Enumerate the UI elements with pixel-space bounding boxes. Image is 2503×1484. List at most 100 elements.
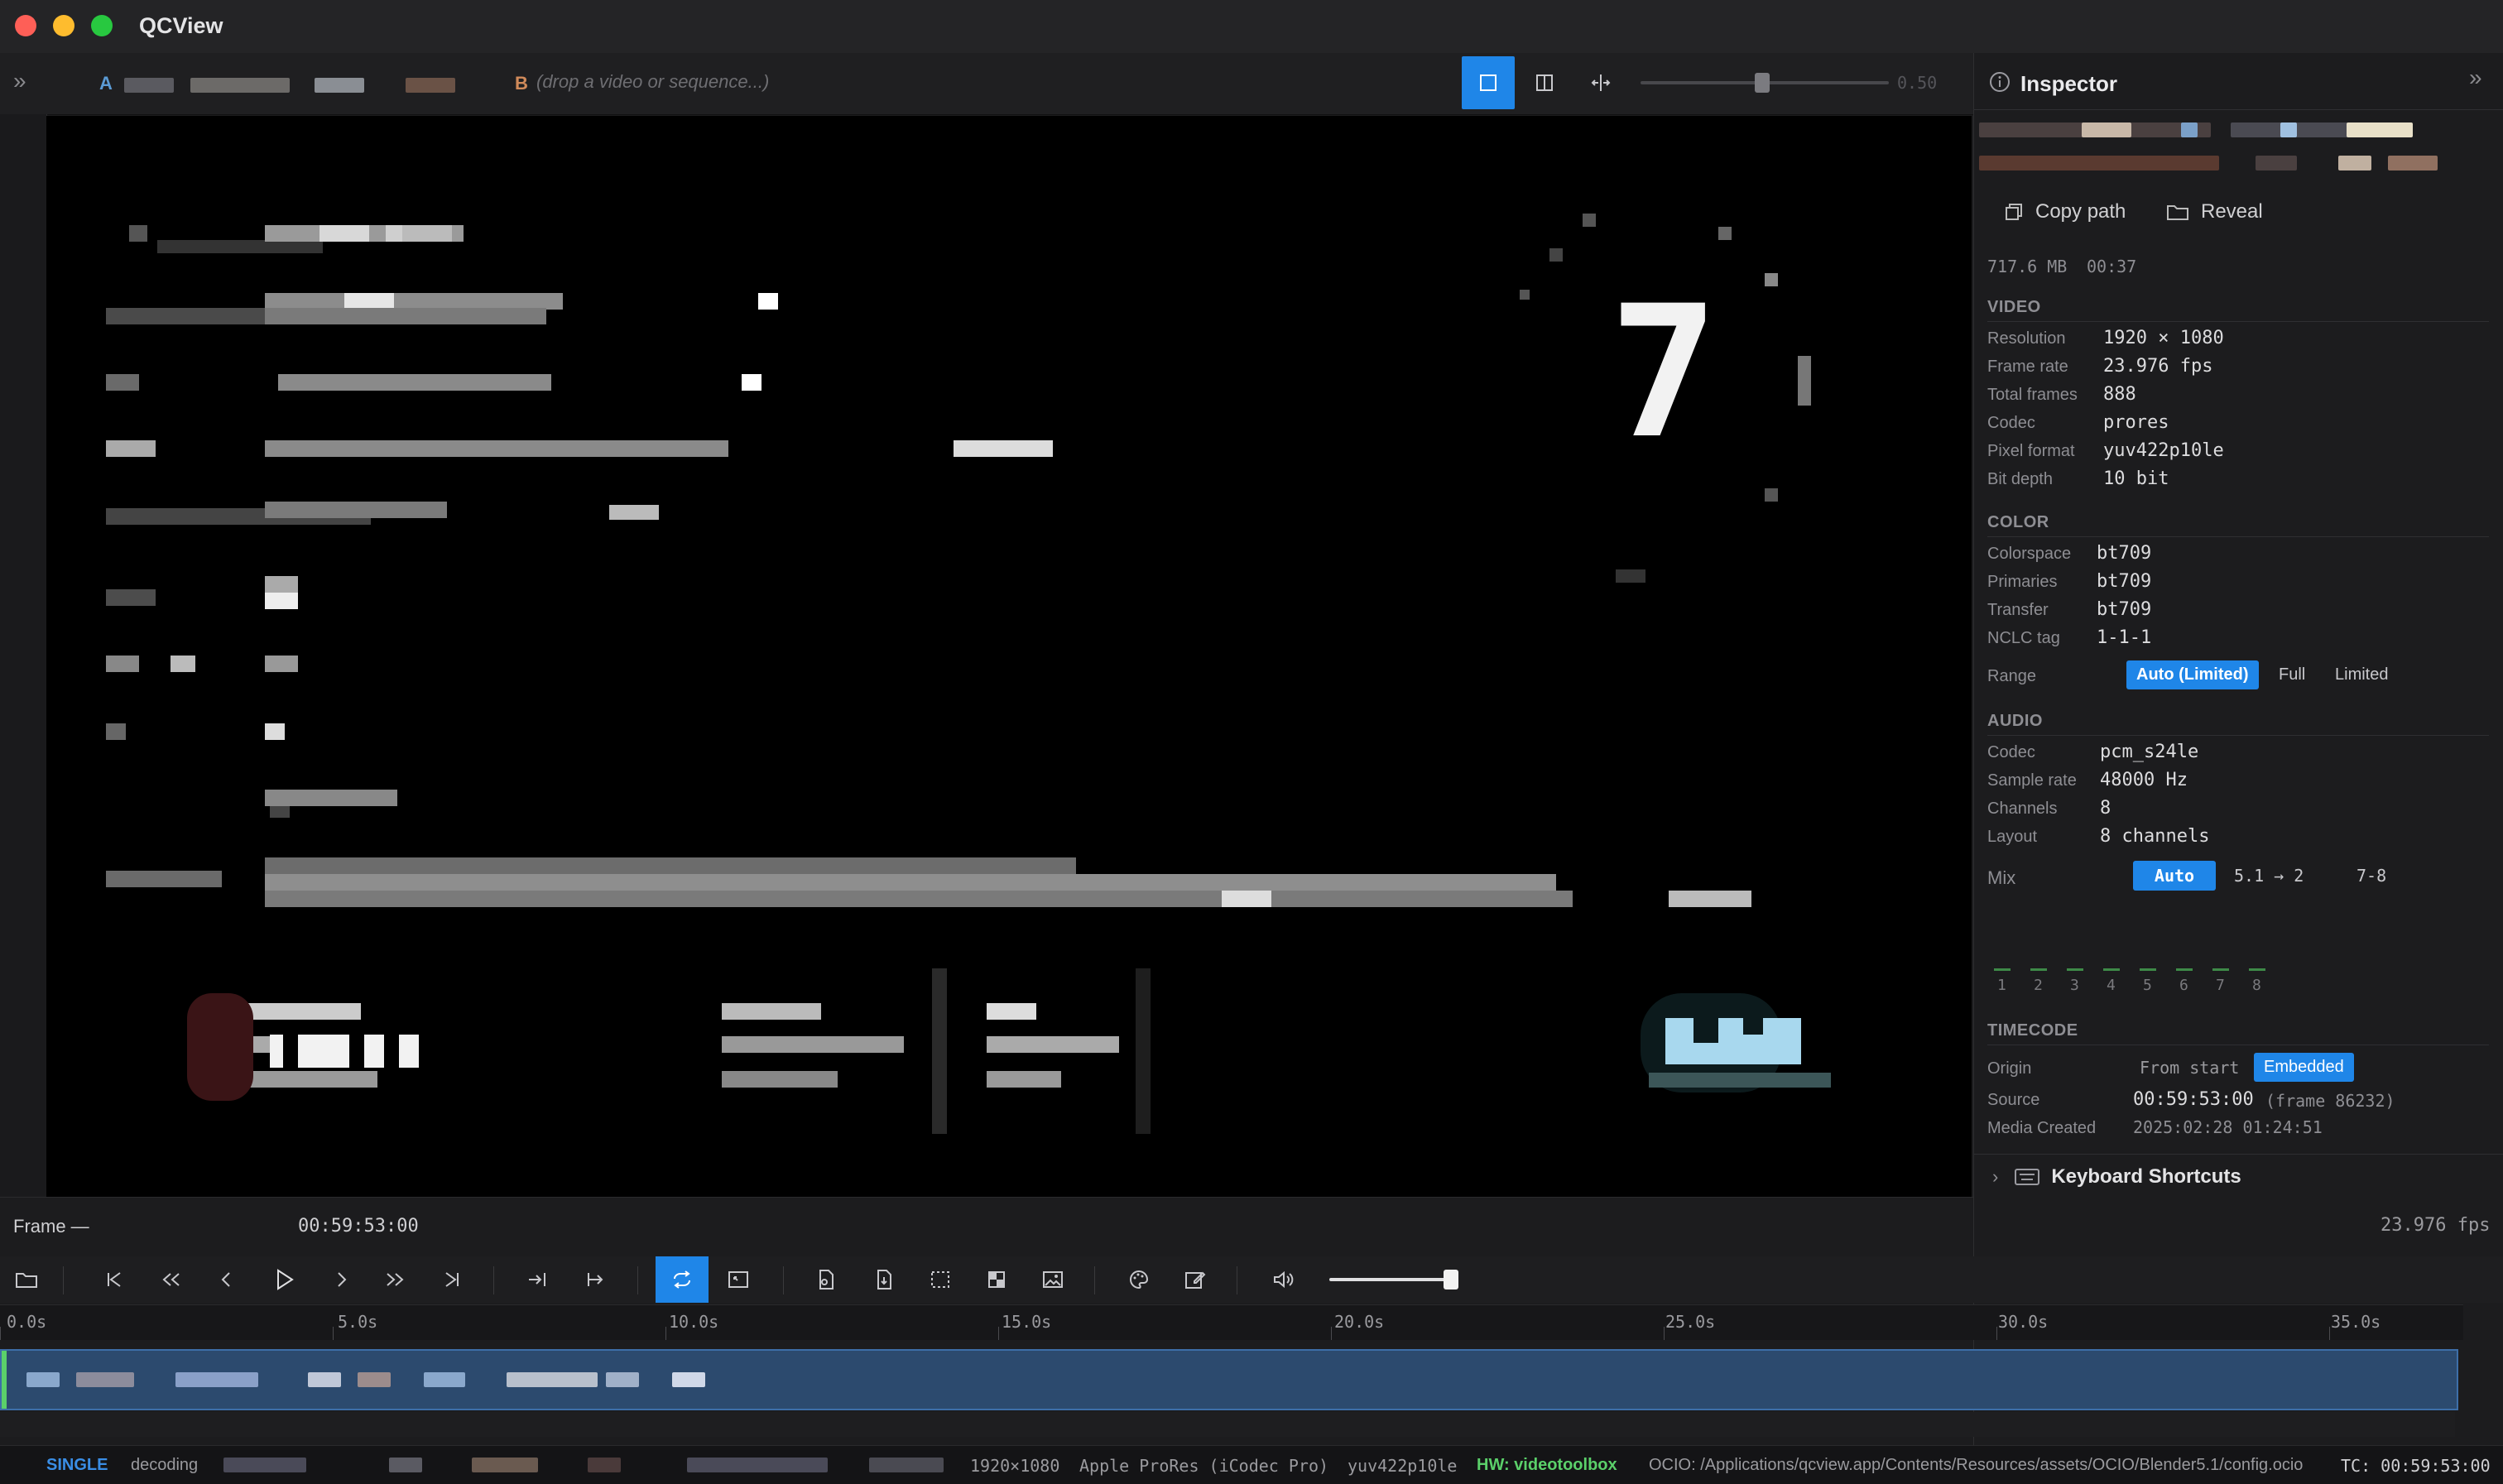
status-pixel-format: yuv422p10le [1348, 1456, 1458, 1476]
wipe-view-button[interactable] [1574, 56, 1627, 109]
mark-in-icon [529, 1273, 545, 1286]
info-key: Sample rate [1987, 771, 2077, 790]
collapse-inspector-icon[interactable]: » [2469, 65, 2482, 91]
expand-sidebar-icon[interactable]: » [13, 68, 26, 94]
info-value: 8 [2100, 798, 2111, 819]
set-out-point-button[interactable] [569, 1256, 622, 1303]
wipe-slider-thumb[interactable] [1755, 73, 1770, 93]
video-viewer[interactable]: 7 [46, 116, 1972, 1197]
copy-path-button[interactable]: Copy path [2004, 200, 2126, 223]
go-to-end-button[interactable] [425, 1256, 478, 1303]
close-window-button[interactable] [15, 15, 36, 36]
open-file-button[interactable] [0, 1256, 53, 1303]
info-key: Codec [1987, 414, 2035, 432]
color-heading: COLOR [1987, 513, 2049, 531]
zoom-window-button[interactable] [91, 15, 113, 36]
fast-forward-button[interactable] [369, 1256, 422, 1303]
wipe-icon [1591, 74, 1611, 91]
color-picker-button[interactable] [1112, 1256, 1165, 1303]
mix-7-8-button[interactable]: 7-8 [2347, 861, 2396, 891]
loop-icon [674, 1270, 690, 1289]
download-icon [877, 1270, 891, 1289]
split-view-button[interactable] [1518, 56, 1571, 109]
file-duration: 00:37 [2087, 257, 2137, 276]
playhead[interactable] [2, 1351, 7, 1409]
grid-icon [988, 1271, 1005, 1288]
range-limited-button[interactable]: Limited [2325, 660, 2398, 689]
info-key: Codec [1987, 743, 2035, 761]
range-label: Range [1987, 667, 2036, 685]
annotate-button[interactable] [1169, 1256, 1222, 1303]
go-to-start-button[interactable] [88, 1256, 141, 1303]
rewind-icon [162, 1273, 180, 1286]
hw-decode-badge: HW: videotoolbox [1477, 1456, 1617, 1474]
mix-5-1-button[interactable]: 5.1 → 2 [2224, 861, 2313, 891]
rewind-button[interactable] [144, 1256, 197, 1303]
channel-number: 6 [2179, 977, 2188, 994]
step-back-button[interactable] [200, 1256, 253, 1303]
info-key: Transfer [1987, 601, 2049, 619]
fit-icon [728, 1271, 748, 1288]
media-created-label: Media Created [1987, 1119, 2097, 1137]
minimize-window-button[interactable] [53, 15, 74, 36]
ruler-label: 35.0s [2331, 1312, 2381, 1332]
source-frame: (frame 86232) [2265, 1091, 2395, 1111]
range-auto-button[interactable]: Auto (Limited) [2126, 660, 2259, 689]
info-value: 10 bit [2103, 468, 2169, 489]
info-icon [1990, 72, 2010, 92]
single-view-button[interactable] [1462, 56, 1515, 109]
info-value: bt709 [2097, 599, 2152, 620]
source-toolbar: » A B (drop a video or sequence...) 0.50 [0, 53, 1973, 115]
channel-number: 5 [2143, 977, 2152, 994]
info-value: 23.976 fps [2103, 356, 2213, 377]
clip-track[interactable] [0, 1349, 2458, 1410]
snapshot-button[interactable] [1026, 1256, 1079, 1303]
source-a-label: A [99, 73, 113, 94]
play-icon [277, 1269, 294, 1290]
status-bar: SINGLE decoding 1920×1080 Apple ProRes (… [0, 1445, 2503, 1484]
volume-button[interactable] [1258, 1256, 1311, 1303]
channel-number: 4 [2107, 977, 2116, 994]
inspector-title: Inspector [2020, 71, 2118, 96]
wipe-value: 0.50 [1897, 73, 1938, 93]
info-value: 888 [2103, 384, 2136, 405]
safe-area-icon [931, 1271, 949, 1288]
left-rail [0, 114, 47, 1198]
timecode-heading: TIMECODE [1987, 1021, 2078, 1040]
source-tc-label: Source [1987, 1091, 2040, 1109]
volume-slider-thumb[interactable] [1444, 1270, 1458, 1289]
step-forward-button[interactable] [315, 1256, 368, 1303]
ruler-label: 5.0s [338, 1312, 378, 1332]
info-key: Frame rate [1987, 358, 2068, 376]
checkerboard-button[interactable] [970, 1256, 1023, 1303]
safe-area-button[interactable] [914, 1256, 967, 1303]
range-full-button[interactable]: Full [2269, 660, 2315, 689]
export-frame-button[interactable] [800, 1256, 853, 1303]
reveal-button[interactable]: Reveal [2166, 200, 2263, 223]
info-value: 48000 Hz [2100, 770, 2188, 790]
fit-to-window-button[interactable] [712, 1256, 765, 1303]
origin-from-start-button[interactable]: From start [2130, 1053, 2249, 1083]
source-b-dropzone[interactable]: (drop a video or sequence...) [536, 71, 769, 93]
origin-label: Origin [1987, 1059, 2032, 1078]
info-value: pcm_s24le [2100, 742, 2199, 762]
play-button[interactable] [258, 1256, 311, 1303]
info-value: prores [2103, 412, 2169, 433]
title-bar: QCView [0, 0, 2503, 54]
info-key: Channels [1987, 800, 2058, 818]
source-tc-value: 00:59:53:00 [2133, 1089, 2254, 1110]
download-button[interactable] [858, 1256, 910, 1303]
status-codec: Apple ProRes (iCodec Pro) [1079, 1456, 1329, 1476]
set-in-point-button[interactable] [512, 1256, 564, 1303]
origin-embedded-button[interactable]: Embedded [2254, 1053, 2354, 1082]
info-key: NCLC tag [1987, 629, 2060, 647]
image-icon [1043, 1271, 1063, 1288]
loop-button[interactable] [656, 1256, 709, 1303]
split-icon [1536, 74, 1553, 91]
timeline-ruler[interactable]: 0.0s 5.0s 10.0s 15.0s 20.0s 25.0s 30.0s … [0, 1304, 2463, 1340]
mix-auto-button[interactable]: Auto [2133, 861, 2216, 891]
volume-slider[interactable] [1329, 1278, 1453, 1281]
folder-icon [16, 1273, 37, 1288]
keyboard-shortcuts-disclosure[interactable]: › Keyboard Shortcuts [1992, 1165, 2241, 1189]
status-timecode: TC: 00:59:53:00 [2341, 1456, 2491, 1476]
